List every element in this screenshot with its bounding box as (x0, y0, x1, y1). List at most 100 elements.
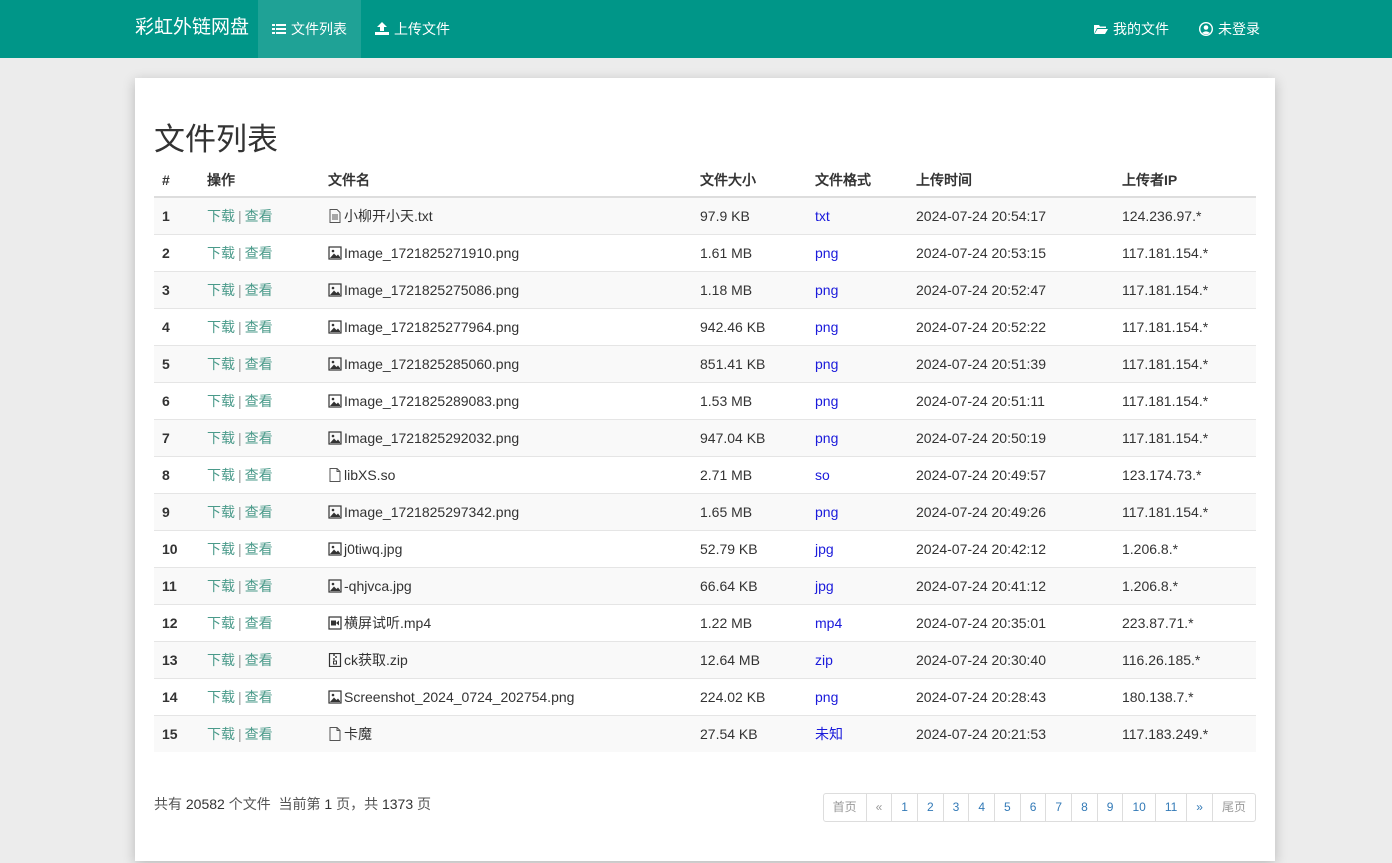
row-index: 6 (154, 382, 199, 420)
row-size: 12.64 MB (692, 641, 807, 679)
view-link[interactable]: 查看 (245, 689, 273, 705)
nav-file-list-label: 文件列表 (291, 20, 347, 37)
download-link[interactable]: 下载 (207, 208, 235, 224)
download-link[interactable]: 下载 (207, 319, 235, 335)
row-ip: 117.181.154.* (1114, 345, 1256, 383)
row-filename[interactable]: 横屏试听.mp4 (344, 613, 431, 633)
page-link-9[interactable]: 9 (1096, 794, 1123, 821)
row-filename[interactable]: Screenshot_2024_0724_202754.png (344, 689, 574, 705)
upload-icon (375, 22, 389, 35)
row-actions: 下载 | 查看 (199, 308, 320, 346)
view-link[interactable]: 查看 (245, 245, 273, 261)
download-link[interactable]: 下载 (207, 393, 235, 409)
nav-my-files[interactable]: 我的文件 (1080, 0, 1183, 58)
row-index: 1 (154, 196, 199, 235)
prev-page-button[interactable]: « (865, 794, 892, 821)
download-link[interactable]: 下载 (207, 726, 235, 742)
table-row: 3 下载 | 查看 Image_1721825275086.png 1.18 MB png 2… (154, 271, 1256, 309)
download-link[interactable]: 下载 (207, 689, 235, 705)
col-upload-time: 上传时间 (908, 164, 1114, 198)
last-page-button[interactable]: 尾页 (1211, 794, 1255, 821)
page-link-1[interactable]: 1 (891, 794, 917, 821)
row-size: 66.64 KB (692, 567, 807, 605)
action-separator: | (238, 689, 242, 705)
nav-upload[interactable]: 上传文件 (361, 0, 464, 58)
row-filename-cell: 横屏试听.mp4 (320, 604, 692, 642)
download-link[interactable]: 下载 (207, 504, 235, 520)
row-filename[interactable]: 小柳开小天.txt (344, 206, 433, 226)
image-file-icon (328, 394, 342, 408)
row-filename-cell: Image_1721825297342.png (320, 493, 692, 531)
total-pages: 1373 (381, 796, 414, 812)
nav-file-list[interactable]: 文件列表 (258, 0, 361, 58)
image-file-icon (328, 357, 342, 371)
format-label: txt (815, 208, 830, 224)
page-link-3[interactable]: 3 (942, 794, 969, 821)
view-link[interactable]: 查看 (245, 319, 273, 335)
row-filename[interactable]: Image_1721825277964.png (344, 319, 519, 335)
view-link[interactable]: 查看 (245, 393, 273, 409)
row-filename[interactable]: Image_1721825297342.png (344, 504, 519, 520)
view-link[interactable]: 查看 (245, 356, 273, 372)
next-page-button[interactable]: » (1186, 794, 1212, 821)
download-link[interactable]: 下载 (207, 541, 235, 557)
view-link[interactable]: 查看 (245, 541, 273, 557)
view-link[interactable]: 查看 (245, 726, 273, 742)
page-link-10[interactable]: 10 (1122, 794, 1154, 821)
download-link[interactable]: 下载 (207, 467, 235, 483)
view-link[interactable]: 查看 (245, 430, 273, 446)
row-format: png (807, 382, 908, 420)
row-actions: 下载 | 查看 (199, 196, 320, 235)
row-filename[interactable]: Image_1721825289083.png (344, 393, 519, 409)
row-filename[interactable]: 卡魔 (344, 724, 372, 744)
page-link-8[interactable]: 8 (1071, 794, 1097, 821)
view-link[interactable]: 查看 (245, 615, 273, 631)
page-link-11[interactable]: 11 (1154, 794, 1186, 821)
row-filename[interactable]: Image_1721825275086.png (344, 282, 519, 298)
row-ip: 117.181.154.* (1114, 308, 1256, 346)
action-separator: | (238, 652, 242, 668)
page-link-6[interactable]: 6 (1019, 794, 1046, 821)
nav-login[interactable]: 未登录 (1185, 0, 1274, 58)
download-link[interactable]: 下载 (207, 430, 235, 446)
table-row: 7 下载 | 查看 Image_1721825292032.png 947.04 KB pn… (154, 419, 1256, 457)
row-actions: 下载 | 查看 (199, 493, 320, 531)
row-format: mp4 (807, 604, 908, 642)
download-link[interactable]: 下载 (207, 356, 235, 372)
row-time: 2024-07-24 20:30:40 (908, 641, 1114, 679)
row-filename[interactable]: j0tiwq.jpg (344, 541, 402, 557)
row-filename-cell: 卡魔 (320, 715, 692, 752)
download-link[interactable]: 下载 (207, 578, 235, 594)
row-index: 12 (154, 604, 199, 642)
download-link[interactable]: 下载 (207, 245, 235, 261)
view-link[interactable]: 查看 (245, 578, 273, 594)
page-link-7[interactable]: 7 (1045, 794, 1071, 821)
view-link[interactable]: 查看 (245, 504, 273, 520)
row-ip: 117.181.154.* (1114, 271, 1256, 309)
row-filename[interactable]: Image_1721825292032.png (344, 430, 519, 446)
view-link[interactable]: 查看 (245, 467, 273, 483)
folder-open-icon (1094, 25, 1108, 34)
row-format: png (807, 271, 908, 309)
first-page-button[interactable]: 首页 (824, 794, 866, 821)
download-link[interactable]: 下载 (207, 652, 235, 668)
download-link[interactable]: 下载 (207, 282, 235, 298)
format-label: 未知 (815, 726, 843, 742)
row-format: 未知 (807, 715, 908, 752)
row-filename[interactable]: -qhjvca.jpg (344, 578, 412, 594)
row-filename[interactable]: libXS.so (344, 467, 395, 483)
main-panel: 文件列表 # 操作 文件名 文件大小 文件格式 上传时间 上传者IP 1 下载 | 查… (135, 78, 1275, 861)
page-link-4[interactable]: 4 (968, 794, 994, 821)
view-link[interactable]: 查看 (245, 652, 273, 668)
row-filename[interactable]: ck获取.zip (344, 650, 408, 670)
page-link-5[interactable]: 5 (994, 794, 1020, 821)
view-link[interactable]: 查看 (245, 282, 273, 298)
download-link[interactable]: 下载 (207, 615, 235, 631)
action-separator: | (238, 282, 242, 298)
page-link-2[interactable]: 2 (916, 794, 943, 821)
info-suffix: 页 (417, 796, 432, 812)
brand-title[interactable]: 彩虹外链网盘 (135, 0, 249, 58)
row-filename[interactable]: Image_1721825285060.png (344, 356, 519, 372)
view-link[interactable]: 查看 (245, 208, 273, 224)
row-filename[interactable]: Image_1721825271910.png (344, 245, 519, 261)
